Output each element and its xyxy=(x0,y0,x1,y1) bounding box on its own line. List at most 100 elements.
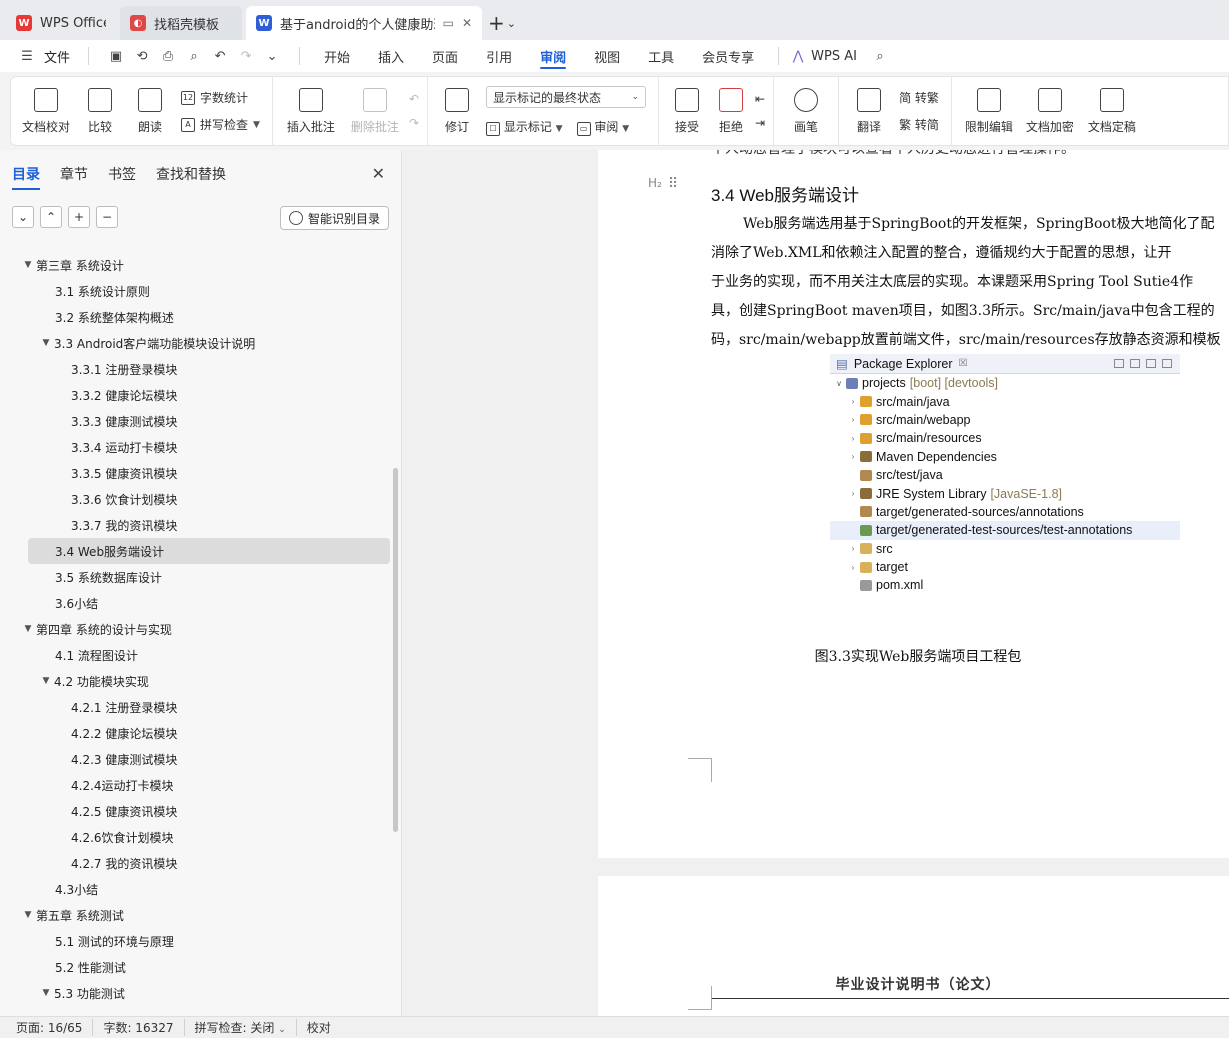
menu-home[interactable]: 开始 xyxy=(310,40,364,72)
tab-bookmarks[interactable]: 书签 xyxy=(108,164,136,184)
print-icon[interactable]: ⎙ xyxy=(159,47,177,65)
menu-references[interactable]: 引用 xyxy=(472,40,526,72)
new-tab-button[interactable]: +⌄ xyxy=(482,6,522,40)
redo-icon[interactable]: ↷ xyxy=(237,47,255,65)
tab-active-document[interactable]: W 基于android的个人健康助理 ▭ ✕ xyxy=(246,6,482,40)
finalize-button[interactable]: 文档定稿 xyxy=(1080,81,1144,141)
scrollbar[interactable] xyxy=(393,468,398,832)
toc-item[interactable]: 5.1 测试的环境与原理 xyxy=(0,928,390,954)
proofread-status[interactable]: 校对 xyxy=(297,1019,341,1036)
delete-comment-button[interactable]: 删除批注 xyxy=(343,81,407,141)
close-icon[interactable]: ✕ xyxy=(462,16,472,30)
toc-item[interactable]: 4.2.2 健康论坛模块 xyxy=(0,720,390,746)
save-icon[interactable]: ▣ xyxy=(107,47,125,65)
toc-item[interactable]: 3.3.1 注册登录模块 xyxy=(0,356,390,382)
expand-arrow-icon[interactable]: ▼ xyxy=(38,988,54,998)
to-simplified-button[interactable]: 繁 转简 xyxy=(899,116,939,133)
menu-tools[interactable]: 工具 xyxy=(634,40,688,72)
toc-item[interactable]: 3.3.3 健康测试模块 xyxy=(0,408,390,434)
drag-handle-icon[interactable]: ⠿ xyxy=(668,176,678,192)
expand-arrow-icon[interactable]: ▼ xyxy=(38,338,54,348)
toc-item[interactable]: ▼第四章 系统的设计与实现 xyxy=(0,616,390,642)
toc-item[interactable]: 4.3小结 xyxy=(0,876,390,902)
expand-down-icon[interactable]: ⌄ xyxy=(12,206,34,228)
toc-item[interactable]: 5.2 性能测试 xyxy=(0,954,390,980)
tab-docer-templates[interactable]: ◐ 找稻壳模板 xyxy=(120,6,242,40)
reject-button[interactable]: 拒绝 xyxy=(709,81,753,141)
compare-button[interactable]: 比较 xyxy=(75,81,125,141)
menu-wps-ai[interactable]: WPS AI xyxy=(807,40,871,72)
read-aloud-button[interactable]: 朗读 xyxy=(125,81,175,141)
toc-item[interactable]: ▼第五章 系统测试 xyxy=(0,902,390,928)
toc-item[interactable]: 3.3.6 饮食计划模块 xyxy=(0,486,390,512)
toc-item[interactable]: 4.2.6饮食计划模块 xyxy=(0,824,390,850)
toc-item[interactable]: ▼3.3 Android客户端功能模块设计说明 xyxy=(0,330,390,356)
tab-wps-office[interactable]: W WPS Office xyxy=(6,6,116,40)
toc-item[interactable]: 4.2.3 健康测试模块 xyxy=(0,746,390,772)
menu-member[interactable]: 会员专享 xyxy=(688,40,768,72)
toc-item[interactable]: ▼第三章 系统设计 xyxy=(0,252,390,278)
chevron-down-icon[interactable]: ⌄ xyxy=(263,47,281,65)
track-changes-button[interactable]: 修订 xyxy=(434,81,480,141)
expand-arrow-icon[interactable]: ▼ xyxy=(20,260,36,270)
collapse-up-icon[interactable]: ⌃ xyxy=(40,206,62,228)
next-change-icon[interactable]: ⇥ xyxy=(755,116,765,130)
close-icon[interactable]: ✕ xyxy=(372,164,385,183)
file-menu[interactable]: 文件 xyxy=(44,47,70,66)
restrict-edit-button[interactable]: 限制编辑 xyxy=(958,81,1020,141)
minus-icon[interactable]: − xyxy=(96,206,118,228)
tab-chapters[interactable]: 章节 xyxy=(60,164,88,184)
word-count-indicator[interactable]: 字数: 16327 xyxy=(93,1019,184,1036)
prev-comment-icon[interactable]: ↶ xyxy=(409,92,419,106)
prev-change-icon[interactable]: ⇤ xyxy=(755,92,765,106)
print-preview-icon[interactable]: ⌕ xyxy=(185,47,203,65)
undo-icon[interactable]: ↶ xyxy=(211,47,229,65)
to-traditional-button[interactable]: 简 转繁 xyxy=(899,89,939,106)
markup-state-select[interactable]: 显示标记的最终状态⌄ xyxy=(486,86,646,108)
share-icon[interactable]: ⟲ xyxy=(133,47,151,65)
spell-check-button[interactable]: A拼写检查▼ xyxy=(181,116,260,133)
toc-item[interactable]: 3.4 Web服务端设计 xyxy=(28,538,390,564)
toc-item[interactable]: 3.1 系统设计原则 xyxy=(0,278,390,304)
toc-item[interactable]: 4.2.7 我的资讯模块 xyxy=(0,850,390,876)
brush-button[interactable]: 画笔 xyxy=(780,81,832,141)
expand-arrow-icon[interactable]: ▼ xyxy=(20,624,36,634)
menu-review[interactable]: 审阅 xyxy=(526,40,580,72)
menu-page[interactable]: 页面 xyxy=(418,40,472,72)
toc-item[interactable]: 4.2.5 健康资讯模块 xyxy=(0,798,390,824)
encrypt-button[interactable]: 文档加密 xyxy=(1020,81,1080,141)
toc-item[interactable]: 3.5 系统数据库设计 xyxy=(0,564,390,590)
expand-arrow-icon[interactable]: ▼ xyxy=(38,676,54,686)
next-comment-icon[interactable]: ↷ xyxy=(409,116,419,130)
smart-toc-button[interactable]: 智能识别目录 xyxy=(280,206,389,230)
plus-icon[interactable]: + xyxy=(68,206,90,228)
word-count-button[interactable]: 12字数统计 xyxy=(181,89,260,106)
toc-item[interactable]: 4.1 流程图设计 xyxy=(0,642,390,668)
insert-comment-button[interactable]: 插入批注 xyxy=(279,81,343,141)
toc-item[interactable]: 3.6小结 xyxy=(0,590,390,616)
review-pane-button[interactable]: ▭ 审阅 ▼ xyxy=(577,118,630,136)
search-icon[interactable]: ⌕ xyxy=(871,47,889,65)
toc-item[interactable]: 3.2 系统整体架构概述 xyxy=(0,304,390,330)
tab-find-replace[interactable]: 查找和替换 xyxy=(156,164,226,184)
toc-item[interactable]: 4.2.4运动打卡模块 xyxy=(0,772,390,798)
hamburger-icon[interactable]: ☰ xyxy=(18,47,36,65)
toc-item[interactable]: 3.3.7 我的资讯模块 xyxy=(0,512,390,538)
accept-button[interactable]: 接受 xyxy=(665,81,709,141)
translate-button[interactable]: 翻译 xyxy=(845,81,893,141)
toc-item[interactable]: ▼4.2 功能模块实现 xyxy=(0,668,390,694)
show-markup-button[interactable]: ☐ 显示标记 ▼ xyxy=(486,118,563,136)
toc-item[interactable]: ▼5.3 功能测试 xyxy=(0,980,390,1006)
page-indicator[interactable]: 页面: 16/65 xyxy=(16,1019,93,1036)
spell-check-status[interactable]: 拼写检查: 关闭 ⌄ xyxy=(185,1019,297,1036)
expand-arrow-icon[interactable]: ▼ xyxy=(20,910,36,920)
menu-insert[interactable]: 插入 xyxy=(364,40,418,72)
toc-item[interactable]: 3.3.4 运动打卡模块 xyxy=(0,434,390,460)
toc-item[interactable]: 3.3.5 健康资讯模块 xyxy=(0,460,390,486)
monitor-icon[interactable]: ▭ xyxy=(443,16,454,30)
toc-item[interactable]: 4.2.1 注册登录模块 xyxy=(0,694,390,720)
toc-item[interactable]: 3.3.2 健康论坛模块 xyxy=(0,382,390,408)
doc-check-button[interactable]: 文档校对 xyxy=(17,81,75,141)
menu-view[interactable]: 视图 xyxy=(580,40,634,72)
tab-toc[interactable]: 目录 xyxy=(12,164,40,184)
